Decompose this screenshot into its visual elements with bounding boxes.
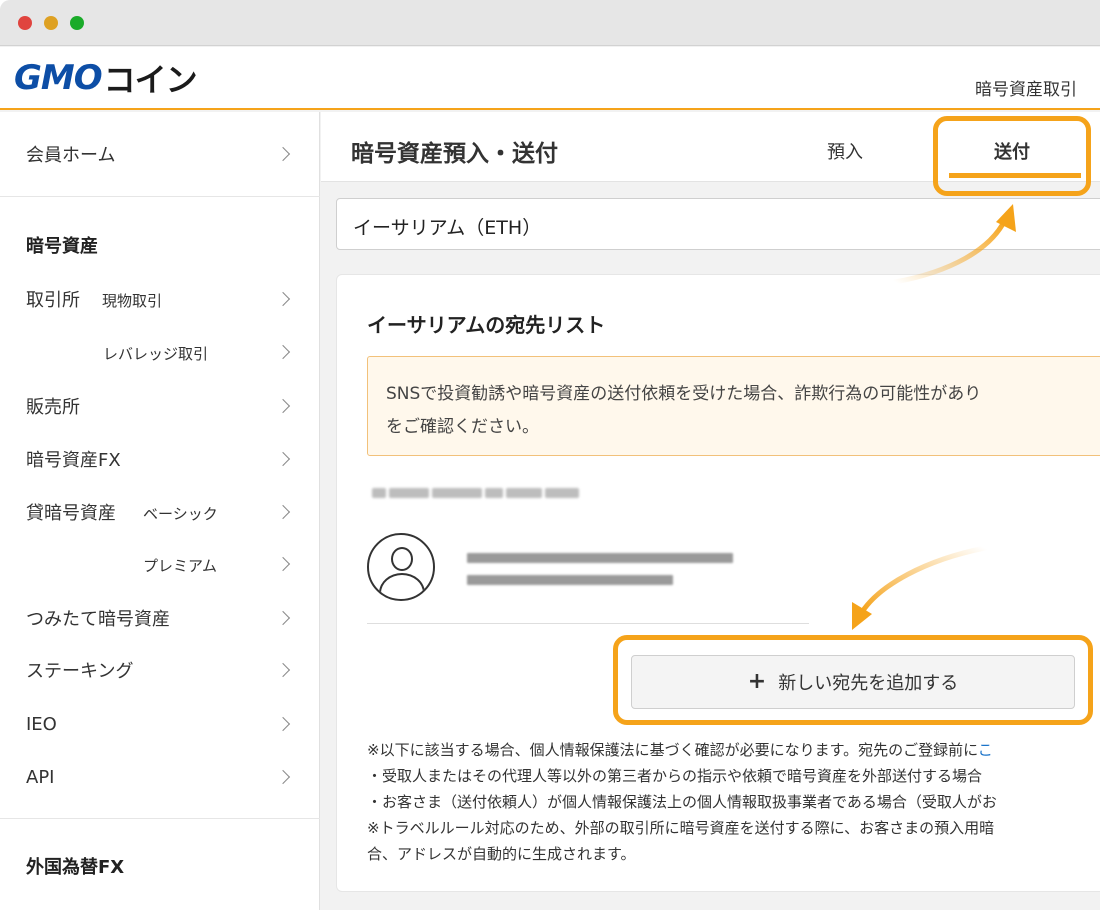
fraud-warning-box: SNSで投資勧誘や暗号資産の送付依頼を受けた場合、詐欺行為の可能性があり をご確… <box>367 356 1100 456</box>
chevron-right-icon <box>275 662 291 678</box>
chevron-right-icon <box>275 451 291 467</box>
note-text: ※以下に該当する場合、個人情報保護法に基づく確認が必要になります。宛先のご登録前… <box>367 741 978 759</box>
user-avatar-icon <box>367 533 435 601</box>
chevron-right-icon <box>275 344 291 360</box>
chevron-right-icon <box>275 291 291 307</box>
note-line: 合、アドレスが自動的に生成されます。 <box>367 845 636 863</box>
logo-coin-text: コイン <box>103 61 198 99</box>
logo-gmo-text: GMO <box>14 58 103 98</box>
chevron-right-icon <box>275 556 291 572</box>
sidebar: 会員ホーム 暗号資産 取引所 現物取引 レバレッジ取引 販売所 暗号資産FX 貸… <box>0 112 320 910</box>
header-nav-crypto-trading[interactable]: 暗号資産取引 <box>975 75 1077 100</box>
site-header: GMO コイン 暗号資産取引 <box>0 47 1100 110</box>
currency-select[interactable]: イーサリアム（ETH） <box>336 198 1100 250</box>
zoom-window-button[interactable] <box>70 16 84 30</box>
send-tab-highlight-frame <box>933 116 1091 196</box>
sidebar-item-label: 取引所 <box>26 290 80 311</box>
address-list-card: イーサリアムの宛先リスト SNSで投資勧誘や暗号資産の送付依頼を受けた場合、詐欺… <box>336 274 1100 892</box>
sidebar-item-ieo[interactable]: IEO <box>0 704 320 744</box>
chevron-right-icon <box>275 398 291 414</box>
sidebar-item-label: 暗号資産FX <box>26 450 121 471</box>
note-line: ・お客さま（送付依頼人）が個人情報保護法上の個人情報取扱事業者である場合（受取人… <box>367 793 997 811</box>
sidebar-divider <box>0 196 320 197</box>
sidebar-item-label: 販売所 <box>26 397 80 418</box>
sidebar-section-fx: 外国為替FX <box>26 857 125 878</box>
chevron-right-icon <box>275 716 291 732</box>
sidebar-subitem-label: 現物取引 <box>102 292 163 310</box>
sidebar-subitem-label: レバレッジ取引 <box>103 345 209 363</box>
blurred-address-line <box>467 553 733 563</box>
plus-icon: + <box>747 669 767 694</box>
sidebar-item-label: ステーキング <box>26 661 134 682</box>
chevron-right-icon <box>275 146 291 162</box>
sidebar-item-label: API <box>26 766 55 788</box>
sidebar-item-lending-premium[interactable]: プレミアム <box>0 544 320 584</box>
sidebar-item-api[interactable]: API <box>0 757 320 797</box>
note-line: ・受取人またはその代理人等以外の第三者からの指示や依頼で暗号資産を外部送付する場… <box>367 767 983 785</box>
main-content: 暗号資産預入・送付 預入 送付 イーサリアム（ETH） イーサリアムの宛先リスト… <box>321 112 1100 910</box>
sidebar-item-crypto-fx[interactable]: 暗号資産FX <box>0 439 320 479</box>
sidebar-item-leverage[interactable]: レバレッジ取引 <box>0 332 320 372</box>
note-line: ※以下に該当する場合、個人情報保護法に基づく確認が必要になります。宛先のご登録前… <box>367 739 993 760</box>
note-link[interactable]: こ <box>978 741 993 759</box>
currency-select-value: イーサリアム（ETH） <box>353 217 542 239</box>
chevron-right-icon <box>275 504 291 520</box>
minimize-window-button[interactable] <box>44 16 58 30</box>
chevron-right-icon <box>275 610 291 626</box>
blurred-address-label <box>372 483 622 503</box>
window-titlebar <box>0 0 1100 46</box>
sidebar-item-label: つみたて暗号資産 <box>26 609 170 630</box>
sidebar-item-exchange-spot[interactable]: 取引所 現物取引 <box>0 279 320 319</box>
address-list-title: イーサリアムの宛先リスト <box>367 313 606 337</box>
blurred-address-line <box>467 575 673 585</box>
warning-text-line: SNSで投資勧誘や暗号資産の送付依頼を受けた場合、詐欺行為の可能性があり <box>386 384 982 404</box>
browser-window: GMO コイン 暗号資産取引 会員ホーム 暗号資産 取引所 現物取引 レバレッジ… <box>0 0 1100 910</box>
sidebar-subitem-label: プレミアム <box>143 557 217 575</box>
add-new-address-button[interactable]: + 新しい宛先を追加する <box>631 655 1075 709</box>
sidebar-item-staking[interactable]: ステーキング <box>0 650 320 690</box>
sidebar-subitem-label: ベーシック <box>143 505 218 523</box>
entry-divider <box>367 623 809 624</box>
tab-deposit[interactable]: 預入 <box>827 138 863 164</box>
gmo-coin-logo[interactable]: GMO コイン <box>14 58 198 99</box>
sidebar-item-sales[interactable]: 販売所 <box>0 386 320 426</box>
page-title: 暗号資産預入・送付 <box>351 141 558 167</box>
chevron-right-icon <box>275 769 291 785</box>
sidebar-item-label: 会員ホーム <box>26 145 116 166</box>
note-line: ※トラベルルール対応のため、外部の取引所に暗号資産を送付する際に、お客さまの預入… <box>367 819 995 837</box>
sidebar-divider <box>0 818 320 819</box>
sidebar-section-crypto: 暗号資産 <box>26 236 98 257</box>
close-window-button[interactable] <box>18 16 32 30</box>
warning-text-line: をご確認ください。 <box>386 417 539 437</box>
add-new-address-label: 新しい宛先を追加する <box>778 673 959 694</box>
sidebar-item-home[interactable]: 会員ホーム <box>0 134 320 174</box>
sidebar-item-tsumitate[interactable]: つみたて暗号資産 <box>0 598 320 638</box>
sidebar-item-lending-basic[interactable]: 貸暗号資産 ベーシック <box>0 492 320 532</box>
sidebar-item-label: 貸暗号資産 <box>26 503 116 524</box>
sidebar-item-label: IEO <box>26 713 57 735</box>
